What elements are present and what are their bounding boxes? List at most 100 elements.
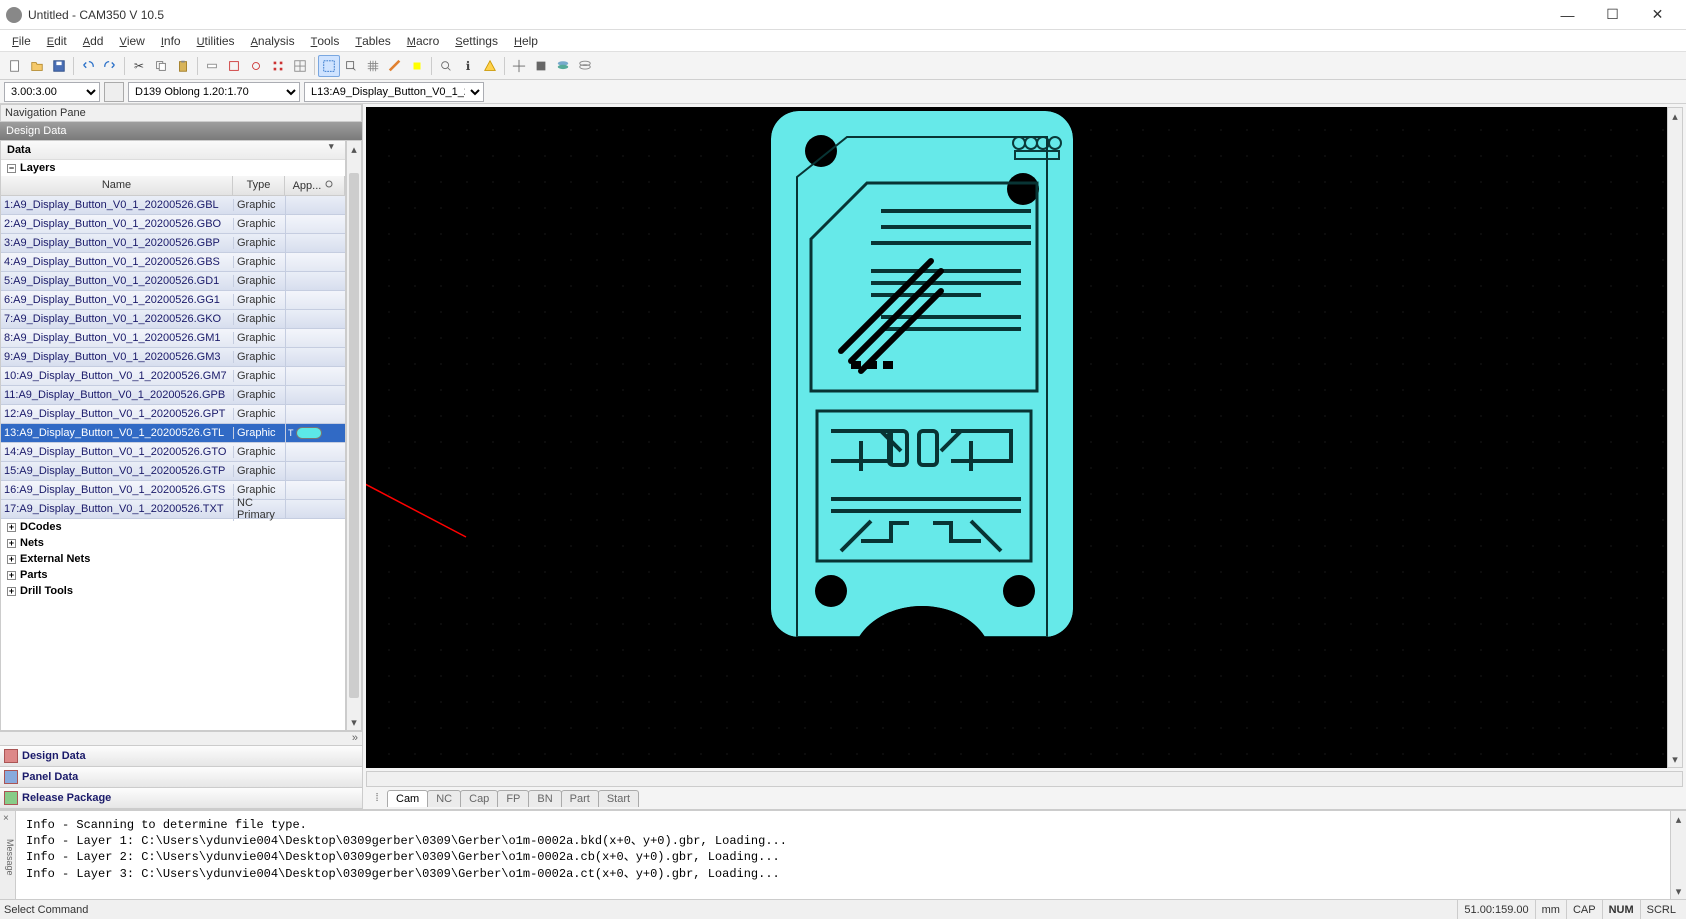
layer-row[interactable]: 17:A9_Display_Button_V0_1_20200526.TXTNC…	[1, 500, 345, 519]
layer-row[interactable]: 14:A9_Display_Button_V0_1_20200526.GTOGr…	[1, 443, 345, 462]
layer-row[interactable]: 3:A9_Display_Button_V0_1_20200526.GBPGra…	[1, 234, 345, 253]
bottom-tab-fp[interactable]: FP	[497, 790, 529, 807]
col-name[interactable]: Name	[1, 176, 233, 195]
tool-e-icon[interactable]	[289, 55, 311, 77]
scroll-up-icon[interactable]: ▴	[347, 141, 361, 157]
cross-hair-icon[interactable]	[508, 55, 530, 77]
scroll-up-icon[interactable]: ▴	[1671, 811, 1686, 827]
layer-app[interactable]	[285, 443, 345, 461]
tab-drag-icon[interactable]: ⁞	[367, 792, 387, 804]
layer-row[interactable]: 7:A9_Display_Button_V0_1_20200526.GKOGra…	[1, 310, 345, 329]
layer-row[interactable]: 2:A9_Display_Button_V0_1_20200526.GBOGra…	[1, 215, 345, 234]
select-icon[interactable]	[318, 55, 340, 77]
layer-row[interactable]: 9:A9_Display_Button_V0_1_20200526.GM3Gra…	[1, 348, 345, 367]
zoom-window-icon[interactable]	[340, 55, 362, 77]
close-icon[interactable]: ×	[3, 813, 9, 824]
close-button[interactable]: ✕	[1635, 0, 1680, 30]
bottom-tab-part[interactable]: Part	[561, 790, 599, 807]
grid-icon[interactable]	[362, 55, 384, 77]
minimize-button[interactable]: —	[1545, 0, 1590, 30]
layers-node[interactable]: −Layers	[1, 160, 345, 176]
nav-vscrollbar[interactable]: ▴ ▾	[346, 140, 362, 731]
menu-settings[interactable]: Settings	[447, 32, 506, 50]
menu-help[interactable]: Help	[506, 32, 546, 50]
measure-icon[interactable]	[384, 55, 406, 77]
nav-tab[interactable]: Panel Data	[0, 767, 362, 788]
layer-row[interactable]: 10:A9_Display_Button_V0_1_20200526.GM7Gr…	[1, 367, 345, 386]
menu-edit[interactable]: Edit	[39, 32, 75, 50]
scroll-down-icon[interactable]: ▾	[1671, 883, 1686, 899]
layer-app[interactable]	[285, 367, 345, 385]
layer-off-icon[interactable]	[574, 55, 596, 77]
layer-on-icon[interactable]	[552, 55, 574, 77]
menu-info[interactable]: Info	[153, 32, 189, 50]
open-icon[interactable]	[26, 55, 48, 77]
nav-tab[interactable]: Design Data	[0, 746, 362, 767]
data-header[interactable]: Data	[1, 141, 345, 160]
layer-app[interactable]	[285, 462, 345, 480]
layer-row[interactable]: 1:A9_Display_Button_V0_1_20200526.GBLGra…	[1, 196, 345, 215]
layer-app[interactable]	[285, 215, 345, 233]
layer-row[interactable]: 5:A9_Display_Button_V0_1_20200526.GD1Gra…	[1, 272, 345, 291]
scrollbar-thumb[interactable]	[349, 173, 359, 698]
cut-icon[interactable]: ✂	[128, 55, 150, 77]
layer-row[interactable]: 12:A9_Display_Button_V0_1_20200526.GPTGr…	[1, 405, 345, 424]
layer-app[interactable]	[285, 500, 345, 518]
message-handle[interactable]: ×Message	[0, 811, 16, 899]
tree-node[interactable]: +Parts	[1, 567, 345, 583]
layer-row[interactable]: 11:A9_Display_Button_V0_1_20200526.GPBGr…	[1, 386, 345, 405]
collapse-icon[interactable]	[329, 144, 339, 150]
coord-combo[interactable]: 3.00:3.00	[4, 82, 100, 102]
maximize-button[interactable]: ☐	[1590, 0, 1635, 30]
fill-toggle-icon[interactable]	[530, 55, 552, 77]
tool-d-icon[interactable]	[267, 55, 289, 77]
menu-analysis[interactable]: Analysis	[243, 32, 303, 50]
tree-node[interactable]: +Drill Tools	[1, 583, 345, 599]
tool-c-icon[interactable]	[245, 55, 267, 77]
tree-node[interactable]: +DCodes	[1, 519, 345, 535]
active-layer-combo[interactable]: L13:A9_Display_Button_V0_1_20200	[304, 82, 484, 102]
menu-tools[interactable]: Tools	[303, 32, 348, 50]
scroll-up-icon[interactable]: ▴	[1668, 108, 1682, 124]
bottom-tab-bn[interactable]: BN	[528, 790, 561, 807]
layer-app[interactable]	[285, 272, 345, 290]
layer-row[interactable]: 6:A9_Display_Button_V0_1_20200526.GG1Gra…	[1, 291, 345, 310]
menu-file[interactable]: File	[4, 32, 39, 50]
layer-app[interactable]	[285, 196, 345, 214]
tree-node[interactable]: +External Nets	[1, 551, 345, 567]
tree-node[interactable]: +Nets	[1, 535, 345, 551]
layer-app[interactable]	[285, 329, 345, 347]
layer-row[interactable]: 13:A9_Display_Button_V0_1_20200526.GTLGr…	[1, 424, 345, 443]
layer-app[interactable]	[285, 310, 345, 328]
paste-icon[interactable]	[172, 55, 194, 77]
layer-app[interactable]	[285, 234, 345, 252]
canvas-hscrollbar[interactable]	[366, 771, 1683, 787]
layer-app[interactable]	[285, 386, 345, 404]
menu-add[interactable]: Add	[75, 32, 112, 50]
canvas-vscrollbar[interactable]: ▴ ▾	[1667, 107, 1683, 768]
menu-utilities[interactable]: Utilities	[189, 32, 243, 50]
active-color-swatch[interactable]	[104, 82, 124, 102]
col-type[interactable]: Type	[233, 176, 285, 195]
design-canvas[interactable]	[366, 107, 1667, 768]
menu-macro[interactable]: Macro	[399, 32, 448, 50]
bottom-tab-cam[interactable]: Cam	[387, 790, 428, 807]
layer-row[interactable]: 4:A9_Display_Button_V0_1_20200526.GBSGra…	[1, 253, 345, 272]
new-icon[interactable]	[4, 55, 26, 77]
layer-app[interactable]	[285, 481, 345, 499]
info-icon[interactable]: ℹ	[457, 55, 479, 77]
bottom-tab-start[interactable]: Start	[598, 790, 639, 807]
copy-icon[interactable]	[150, 55, 172, 77]
save-icon[interactable]	[48, 55, 70, 77]
menu-view[interactable]: View	[111, 32, 152, 50]
layer-app[interactable]	[285, 253, 345, 271]
highlight-icon[interactable]	[406, 55, 428, 77]
layer-row[interactable]: 15:A9_Display_Button_V0_1_20200526.GTPGr…	[1, 462, 345, 481]
layer-app[interactable]	[285, 405, 345, 423]
tool-a-icon[interactable]	[201, 55, 223, 77]
undo-icon[interactable]	[77, 55, 99, 77]
query-icon[interactable]	[435, 55, 457, 77]
scroll-down-icon[interactable]: ▾	[347, 714, 361, 730]
redo-icon[interactable]	[99, 55, 121, 77]
layer-app[interactable]	[285, 291, 345, 309]
